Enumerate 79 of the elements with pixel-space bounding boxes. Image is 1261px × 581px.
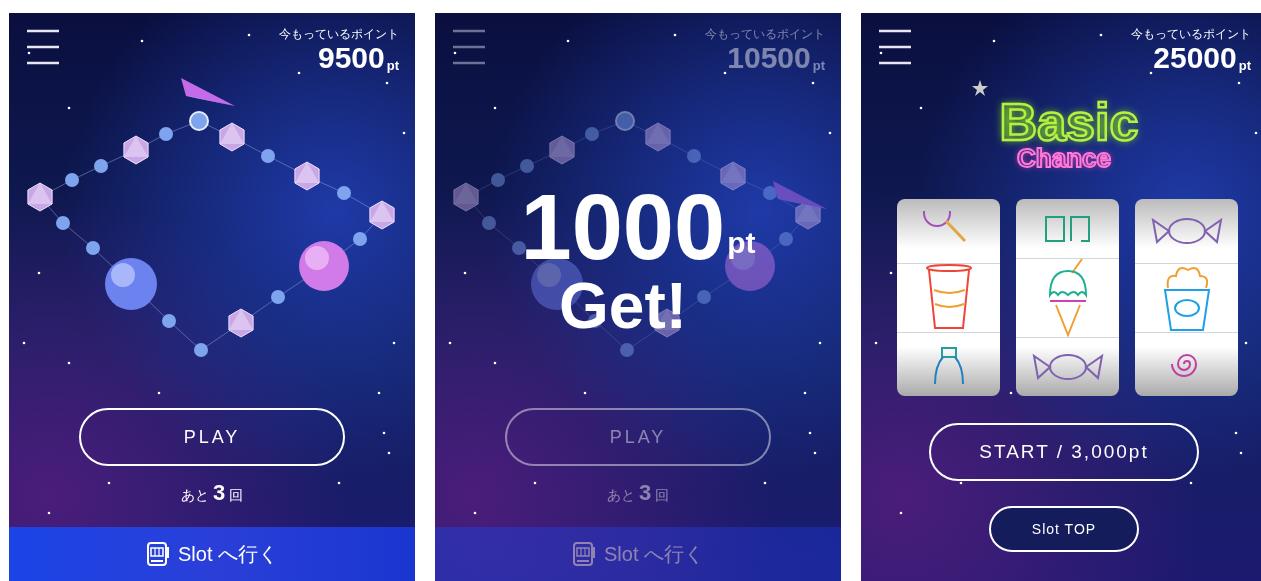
star-dot-icon <box>1149 71 1153 75</box>
star-dot-icon <box>47 511 51 515</box>
star-dot-icon <box>297 71 301 75</box>
star-dot-icon <box>448 341 452 345</box>
points-label: 今もっているポイント <box>1131 27 1251 42</box>
star-dot-icon <box>337 481 341 485</box>
star-dot-icon <box>763 481 767 485</box>
star-dot-icon <box>889 271 893 275</box>
star-dot-icon <box>1244 341 1248 345</box>
star-dot-icon <box>919 106 923 110</box>
points-unit: pt <box>386 58 399 74</box>
star-dot-icon <box>818 341 822 345</box>
star-dot-icon <box>808 431 812 435</box>
star-dot-icon <box>992 39 996 43</box>
remaining-plays-text: あと 3 回 <box>181 479 243 507</box>
star-dot-icon <box>1234 431 1238 435</box>
star-dot-icon <box>157 391 161 395</box>
play-button[interactable]: PLAY <box>79 408 345 466</box>
star-dot-icon <box>533 481 537 485</box>
slot-link[interactable]: Slot へ行く <box>9 527 415 581</box>
star-dot-icon <box>377 391 381 395</box>
star-dot-icon <box>22 341 26 345</box>
star-dot-icon <box>493 361 497 365</box>
star-dot-icon <box>566 39 570 43</box>
reward-message: Get! <box>559 273 687 339</box>
star-dot-icon <box>811 81 815 85</box>
star-dot-icon <box>899 511 903 515</box>
star-dot-icon <box>1189 481 1193 485</box>
star-dot-icon <box>673 33 677 37</box>
star-dot-icon <box>473 511 477 515</box>
star-dot-icon <box>67 106 71 110</box>
remaining-plays-text: あと 3 回 <box>607 479 669 507</box>
star-dot-icon <box>37 271 41 275</box>
star-dot-icon <box>879 51 883 55</box>
star-dot-icon <box>385 81 389 85</box>
star-dot-icon <box>493 106 497 110</box>
star-dot-icon <box>723 71 727 75</box>
star-dot-icon <box>463 271 467 275</box>
slot-machine-icon <box>146 541 172 567</box>
points-label: 今もっているポイント <box>279 27 399 42</box>
slot-link-label: Slot へ行く <box>604 542 704 567</box>
star-dot-icon <box>140 39 144 43</box>
star-dot-icon <box>1099 33 1103 37</box>
star-dot-icon <box>453 51 457 55</box>
star-dot-icon <box>1254 131 1258 135</box>
star-icon <box>972 80 988 96</box>
star-dot-icon <box>387 451 391 455</box>
reward-amount: 1000 <box>520 181 726 273</box>
menu-icon[interactable] <box>26 29 60 65</box>
points-value: 9500 <box>317 42 385 74</box>
star-dot-icon <box>1009 391 1013 395</box>
reward-unit: pt <box>727 225 756 261</box>
star-dot-icon <box>959 481 963 485</box>
points-label: 今もっているポイント <box>705 27 825 42</box>
slot-machine-icon <box>572 541 598 567</box>
star-dot-icon <box>1237 81 1241 85</box>
star-dot-icon <box>107 481 111 485</box>
points-value: 10500 <box>727 42 811 74</box>
slot-top-button[interactable]: Slot TOP <box>989 506 1139 552</box>
star-dot-icon <box>803 391 807 395</box>
star-dot-icon <box>27 51 31 55</box>
star-dot-icon <box>67 361 71 365</box>
star-dot-icon <box>402 131 406 135</box>
star-dot-icon <box>392 341 396 345</box>
star-dot-icon <box>828 131 832 135</box>
star-dot-icon <box>382 431 386 435</box>
points-value: 25000 <box>1153 42 1237 74</box>
star-dot-icon <box>874 341 878 345</box>
star-dot-icon <box>1239 451 1243 455</box>
star-dot-icon <box>813 451 817 455</box>
slot-link-label: Slot へ行く <box>178 542 278 567</box>
points-unit: pt <box>812 58 825 74</box>
star-dot-icon <box>247 33 251 37</box>
points-unit: pt <box>1238 58 1251 74</box>
menu-icon[interactable] <box>878 29 912 65</box>
drink-cup-icon <box>924 263 973 332</box>
start-button[interactable]: START / 3,000pt <box>929 423 1199 481</box>
play-button[interactable]: PLAY <box>505 408 771 466</box>
star-dot-icon <box>583 391 587 395</box>
